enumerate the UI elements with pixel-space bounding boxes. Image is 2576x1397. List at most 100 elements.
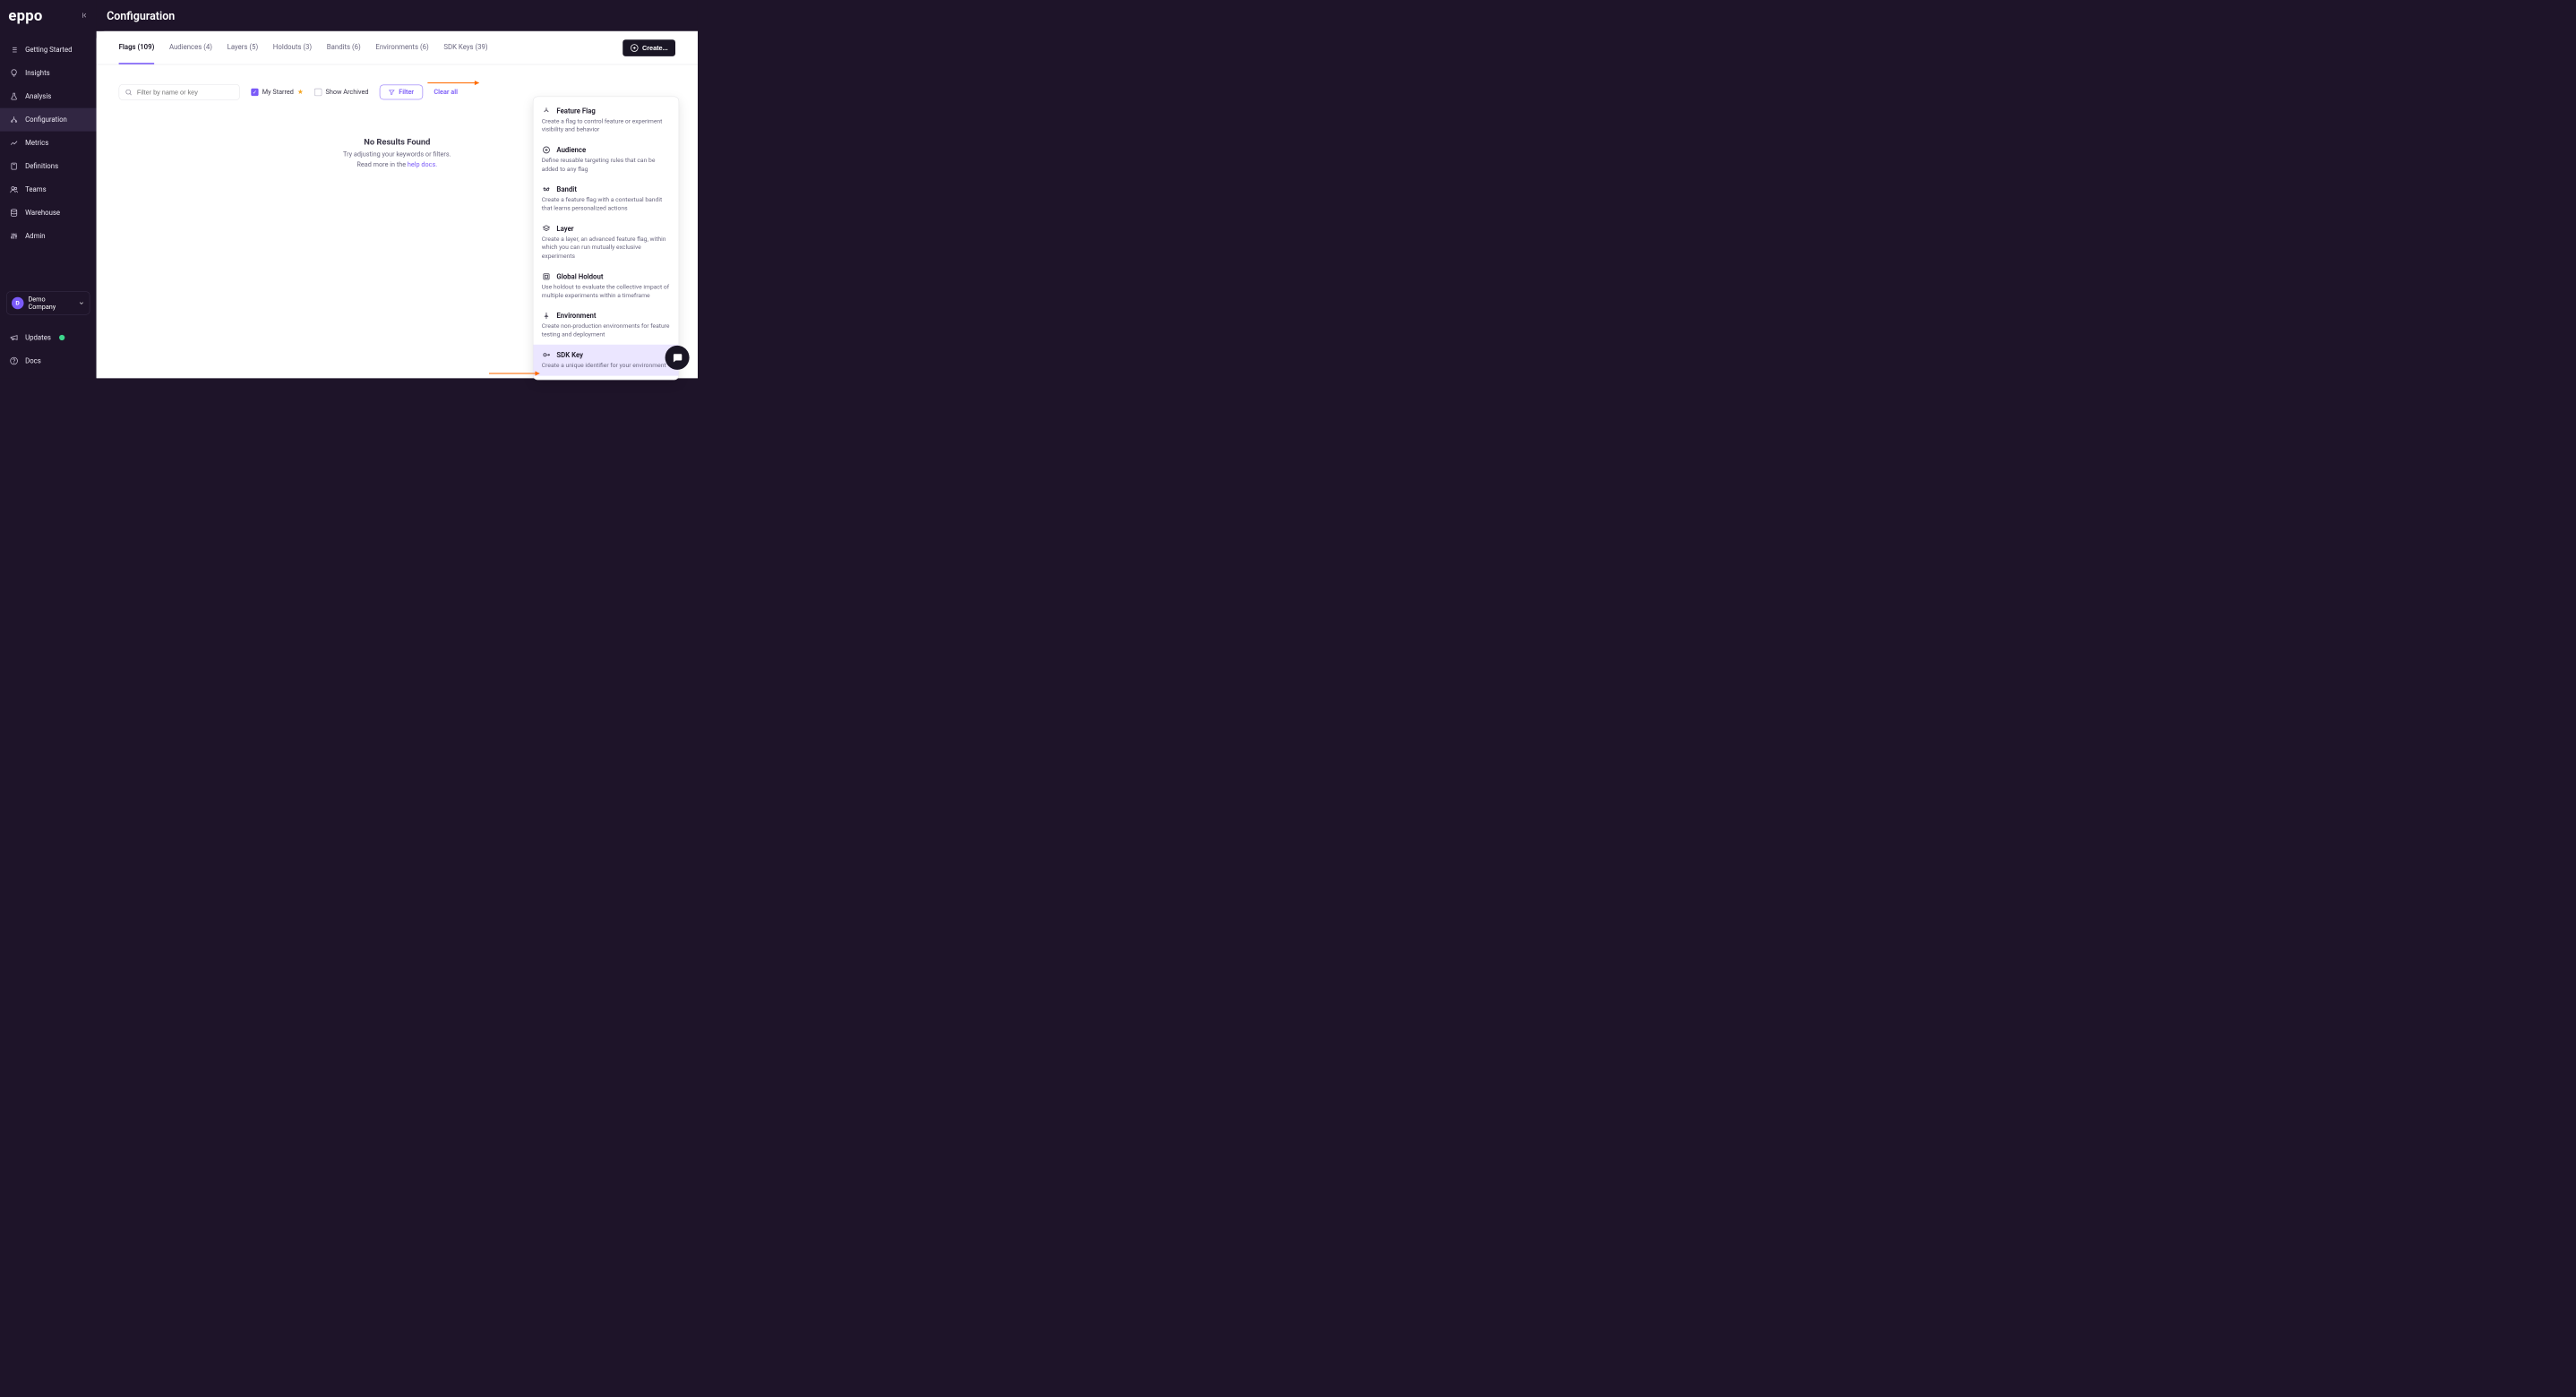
main: Configuration Flags (109)Audiences (4)La… bbox=[97, 0, 698, 378]
tab-bandits[interactable]: Bandits (6) bbox=[327, 39, 361, 64]
menu-title: Environment bbox=[556, 312, 596, 320]
menu-desc: Create non-production environments for f… bbox=[542, 322, 671, 339]
filter-icon bbox=[389, 89, 395, 95]
create-menu: Feature Flag Create a flag to control fea… bbox=[533, 97, 679, 380]
sidebar-item-updates[interactable]: Updates bbox=[0, 326, 97, 349]
company-name: Demo Company bbox=[28, 296, 73, 311]
menu-desc: Create a layer, an advanced feature flag… bbox=[542, 236, 671, 261]
menu-title: Feature Flag bbox=[556, 107, 595, 115]
create-button[interactable]: Create... bbox=[623, 39, 675, 56]
chevron-down-icon bbox=[78, 300, 84, 306]
logo: eppo bbox=[8, 6, 42, 24]
book-icon bbox=[9, 161, 18, 170]
search-icon bbox=[125, 89, 132, 96]
annotation-arrow bbox=[427, 82, 478, 83]
star-icon: ★ bbox=[297, 89, 304, 96]
create-menu-item-sdk-key[interactable]: SDK Key Create a unique identifier for yo… bbox=[533, 345, 678, 375]
tab-environments[interactable]: Environments (6) bbox=[375, 39, 428, 64]
chart-line-icon bbox=[9, 138, 18, 147]
flask-icon bbox=[9, 91, 18, 100]
menu-title: SDK Key bbox=[556, 351, 583, 359]
sidebar-item-insights[interactable]: Insights bbox=[0, 62, 97, 85]
tab-layers[interactable]: Layers (5) bbox=[228, 39, 259, 64]
nav: Getting Started Insights Analysis Configura… bbox=[0, 29, 97, 257]
company-selector[interactable]: D Demo Company bbox=[6, 292, 90, 315]
pin-icon bbox=[542, 311, 551, 320]
sidebar-item-docs[interactable]: Docs bbox=[0, 349, 97, 373]
tab-holdouts[interactable]: Holdouts (3) bbox=[273, 39, 312, 64]
search-input[interactable] bbox=[137, 89, 234, 96]
create-menu-item-environment[interactable]: Environment Create non-production environ… bbox=[533, 305, 678, 345]
database-icon bbox=[9, 208, 18, 217]
clear-all-link[interactable]: Clear all bbox=[434, 89, 458, 96]
nav-label: Definitions bbox=[25, 162, 58, 170]
sidebar-item-teams[interactable]: Teams bbox=[0, 178, 97, 201]
collapse-sidebar-button[interactable] bbox=[82, 12, 89, 19]
nav-label: Teams bbox=[25, 185, 47, 193]
menu-title: Global Holdout bbox=[556, 272, 603, 280]
menu-title: Layer bbox=[556, 225, 573, 233]
menu-desc: Create a unique identifier for your envi… bbox=[542, 362, 671, 370]
sidebar-item-configuration[interactable]: Configuration bbox=[0, 108, 97, 132]
filter-label: Filter bbox=[399, 89, 414, 96]
menu-desc: Define reusable targeting rules that can… bbox=[542, 157, 671, 174]
menu-title: Bandit bbox=[556, 185, 577, 193]
sidebar: eppo Getting Started Insights Analysis Conf… bbox=[0, 0, 97, 378]
create-menu-item-feature-flag[interactable]: Feature Flag Create a flag to control fea… bbox=[533, 100, 678, 140]
holdout-icon bbox=[542, 272, 551, 281]
tab-flags[interactable]: Flags (109) bbox=[119, 39, 155, 64]
create-menu-item-bandit[interactable]: Bandit Create a feature flag with a conte… bbox=[533, 179, 678, 219]
menu-desc: Create a feature flag with a contextual … bbox=[542, 196, 671, 213]
annotation-arrow bbox=[489, 373, 539, 374]
create-menu-item-audience[interactable]: Audience Define reusable targeting rules … bbox=[533, 140, 678, 179]
users-icon bbox=[9, 184, 18, 193]
create-menu-item-layer[interactable]: Layer Create a layer, an advanced feature… bbox=[533, 219, 678, 266]
sidebar-item-analysis[interactable]: Analysis bbox=[0, 85, 97, 108]
branch-icon bbox=[9, 115, 18, 124]
nav-label: Insights bbox=[25, 69, 50, 77]
sidebar-item-warehouse[interactable]: Warehouse bbox=[0, 201, 97, 225]
chat-icon bbox=[672, 352, 683, 363]
list-steps-icon bbox=[9, 45, 18, 54]
filter-button[interactable]: Filter bbox=[380, 85, 423, 100]
search-input-wrap[interactable] bbox=[119, 84, 240, 100]
sidebar-item-definitions[interactable]: Definitions bbox=[0, 155, 97, 178]
sliders-icon bbox=[9, 231, 18, 240]
docs-label: Docs bbox=[25, 356, 41, 364]
nav-label: Warehouse bbox=[25, 209, 60, 217]
show-archived-label: Show Archived bbox=[326, 89, 369, 96]
nav-label: Analysis bbox=[25, 92, 51, 100]
plus-circle-icon bbox=[630, 44, 638, 52]
create-button-label: Create... bbox=[642, 44, 668, 51]
megaphone-icon bbox=[9, 333, 18, 342]
branch-icon bbox=[542, 107, 551, 116]
create-menu-item-global-holdout[interactable]: Global Holdout Use holdout to evaluate th… bbox=[533, 266, 678, 305]
sidebar-item-metrics[interactable]: Metrics bbox=[0, 132, 97, 155]
menu-title: Audience bbox=[556, 146, 586, 154]
chat-fab[interactable] bbox=[665, 346, 690, 370]
checkbox-checked-icon: ✓ bbox=[251, 89, 258, 96]
company-avatar: D bbox=[12, 297, 23, 310]
layers-icon bbox=[542, 224, 551, 233]
my-starred-checkbox[interactable]: ✓ My Starred ★ bbox=[251, 89, 303, 96]
show-archived-checkbox[interactable]: Show Archived bbox=[314, 89, 368, 96]
menu-desc: Create a flag to control feature or expe… bbox=[542, 117, 671, 134]
tab-audiences[interactable]: Audiences (4) bbox=[169, 39, 212, 64]
nav-label: Admin bbox=[25, 232, 46, 240]
lightbulb-icon bbox=[9, 68, 18, 77]
status-dot bbox=[59, 335, 64, 340]
updates-label: Updates bbox=[25, 333, 51, 341]
nav-label: Getting Started bbox=[25, 46, 72, 54]
sidebar-item-getting-started[interactable]: Getting Started bbox=[0, 39, 97, 62]
tab-sdk[interactable]: SDK Keys (39) bbox=[443, 39, 487, 64]
target-icon bbox=[542, 145, 551, 154]
checkbox-unchecked-icon bbox=[314, 89, 322, 96]
help-icon bbox=[9, 356, 18, 365]
key-icon bbox=[542, 350, 551, 359]
menu-desc: Use holdout to evaluate the collective i… bbox=[542, 283, 671, 300]
tabs: Flags (109) Audiences (4) Layers (5) Holdou… bbox=[119, 31, 488, 64]
nav-label: Metrics bbox=[25, 139, 48, 147]
help-docs-link[interactable]: help docs. bbox=[408, 161, 437, 168]
bandit-icon bbox=[542, 184, 551, 193]
sidebar-item-admin[interactable]: Admin bbox=[0, 225, 97, 248]
